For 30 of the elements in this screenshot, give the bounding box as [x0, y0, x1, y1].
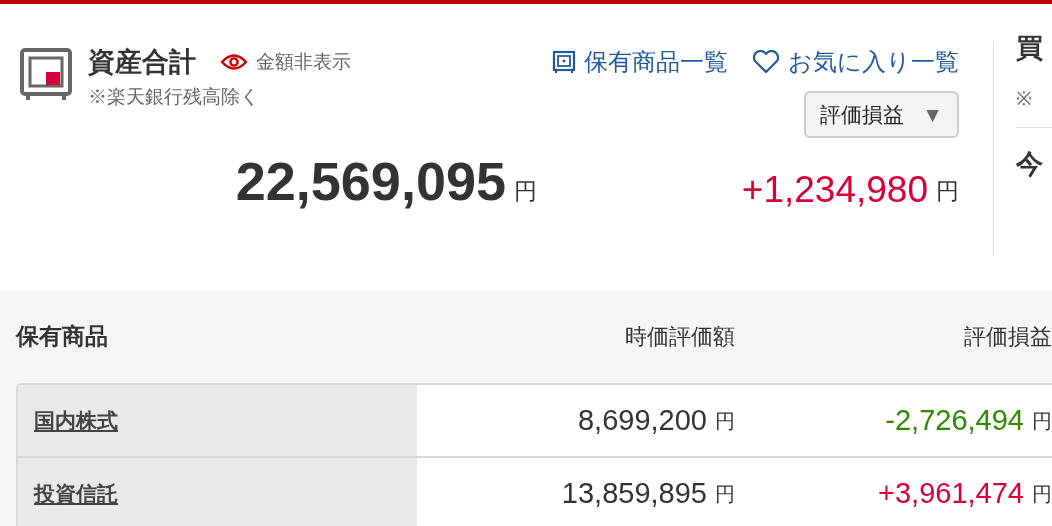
heart-icon — [752, 50, 780, 75]
section-title: 資産合計 — [88, 46, 196, 79]
section-title: 保有商品 — [16, 322, 109, 352]
total-amount: 22,569,095 — [235, 154, 506, 208]
currency-unit: 円 — [1032, 408, 1052, 434]
currency-unit: 円 — [514, 176, 537, 206]
holdings-link[interactable]: 保有商品一覧 — [552, 44, 728, 81]
market-value: 8,699,200 — [578, 402, 707, 438]
note-text: ※楽天銀行残高除く — [88, 84, 259, 109]
category-link[interactable]: 投資信託 — [34, 477, 118, 510]
safe-icon — [20, 48, 72, 102]
currency-unit: 円 — [1032, 481, 1052, 507]
safe-icon — [552, 50, 576, 75]
column-header: 評価損益 — [964, 324, 1052, 349]
currency-unit: 円 — [715, 408, 735, 434]
favorites-link[interactable]: お気に入り一覧 — [752, 44, 959, 81]
gain-amount: +3,961,474 — [878, 475, 1024, 511]
currency-unit: 円 — [936, 176, 959, 206]
category-link[interactable]: 国内株式 — [34, 404, 118, 437]
view-dropdown[interactable]: 評価損益 ▼ — [804, 90, 959, 138]
gain-amount: -2,726,494 — [885, 402, 1024, 438]
column-header: 時価評価額 — [625, 324, 735, 349]
panel-label: 今 — [1016, 149, 1043, 179]
hide-amount-toggle[interactable]: 金額非表示 — [220, 48, 351, 77]
panel-title: 買 — [1016, 32, 1044, 65]
note-text: ※ — [1016, 86, 1033, 111]
eye-icon — [220, 53, 248, 72]
market-value: 13,859,895 — [561, 475, 707, 511]
currency-unit: 円 — [715, 481, 735, 507]
gain-amount: +1,234,980 — [741, 171, 928, 208]
